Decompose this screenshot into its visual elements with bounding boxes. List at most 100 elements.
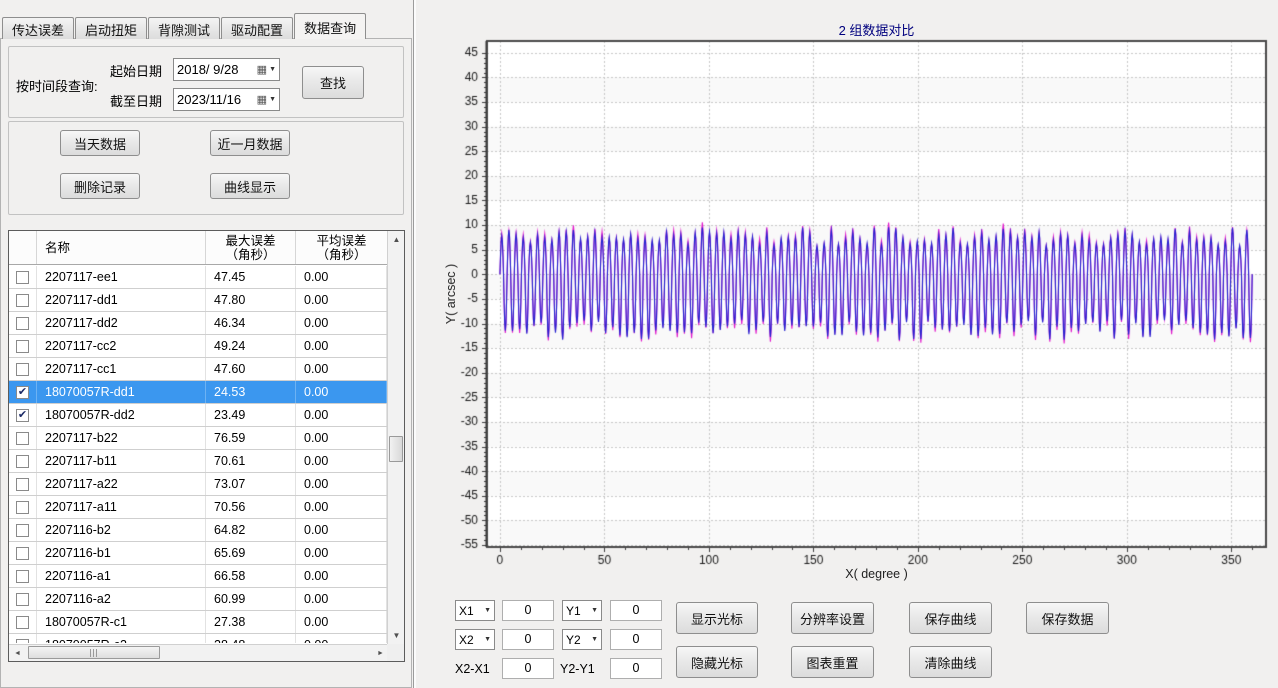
row-max-error: 47.80 [206,289,296,311]
table-row[interactable]: 2207117-b1170.610.00 [9,450,387,473]
y1-cursor-select[interactable]: Y1 ▼ [562,600,602,621]
row-name: 18070057R-dd1 [37,381,206,403]
table-row[interactable]: 18070057R-c228.480.00 [9,634,387,643]
tab-strip: 传达误差 启动扭矩 背隙测试 驱动配置 数据查询 [2,13,367,39]
row-avg-error: 0.00 [296,588,387,610]
row-max-error: 76.59 [206,427,296,449]
search-button[interactable]: 查找 [302,66,364,99]
date-query-label: 按时间段查询: [16,76,98,95]
table-row[interactable]: 2207116-a166.580.00 [9,565,387,588]
table-horizontal-scrollbar[interactable]: ◄ ► [9,644,389,661]
y1-value-field[interactable]: 0 [610,600,662,621]
row-checkbox[interactable] [16,317,29,330]
today-data-button[interactable]: 当天数据 [60,130,140,156]
table-row[interactable]: ✔18070057R-dd124.530.00 [9,381,387,404]
row-checkbox[interactable] [16,524,29,537]
scroll-down-icon[interactable]: ▼ [388,627,405,644]
row-checkbox[interactable] [16,593,29,606]
scroll-left-icon[interactable]: ◄ [9,645,26,662]
table-row[interactable]: 2207117-cc249.240.00 [9,335,387,358]
row-checkbox[interactable] [16,432,29,445]
table-row[interactable]: 2207116-a260.990.00 [9,588,387,611]
tab-data-query[interactable]: 数据查询 [294,13,366,39]
row-checkbox[interactable] [16,616,29,629]
table-row[interactable]: 18070057R-c127.380.00 [9,611,387,634]
row-name: 2207116-b1 [37,542,206,564]
tab-drive-config[interactable]: 驱动配置 [221,17,293,39]
tab-backlash-test[interactable]: 背隙测试 [148,17,220,39]
table-row[interactable]: 2207117-cc147.600.00 [9,358,387,381]
row-avg-error: 0.00 [296,335,387,357]
y2-value-field[interactable]: 0 [610,629,662,650]
hide-cursor-button[interactable]: 隐藏光标 [676,646,758,678]
table-row[interactable]: 2207117-a1170.560.00 [9,496,387,519]
end-date-value: 2023/11/16 [177,92,257,107]
calendar-icon[interactable]: ▦ [257,93,267,106]
table-vertical-scrollbar[interactable]: ▲ ▼ [387,231,404,644]
row-checkbox[interactable] [16,570,29,583]
x1-value-field[interactable]: 0 [502,600,554,621]
row-checkbox-cell [9,565,37,587]
dy-value-field[interactable]: 0 [610,658,662,679]
row-checkbox[interactable] [16,363,29,376]
row-checkbox[interactable] [16,478,29,491]
table-row[interactable]: 2207117-a2273.070.00 [9,473,387,496]
curve-display-button[interactable]: 曲线显示 [210,173,290,199]
table-row[interactable]: 2207117-dd246.340.00 [9,312,387,335]
row-checkbox-cell [9,496,37,518]
header-max-error-unit: （角秒） [225,248,275,262]
header-avg-error[interactable]: 平均误差 （角秒） [296,231,387,264]
calendar-icon[interactable]: ▦ [257,63,267,76]
chart-reset-button[interactable]: 图表重置 [791,646,874,678]
header-name[interactable]: 名称 [37,231,206,264]
row-checkbox-cell [9,542,37,564]
scroll-up-icon[interactable]: ▲ [388,231,405,248]
table-header: 名称 最大误差 （角秒） 平均误差 （角秒） [9,231,387,265]
table-row[interactable]: 2207116-b264.820.00 [9,519,387,542]
x1-cursor-select[interactable]: X1 ▼ [455,600,495,621]
start-date-field[interactable]: 2018/ 9/28 ▦ ▼ [173,58,280,81]
delete-record-button[interactable]: 删除记录 [60,173,140,199]
row-checkbox[interactable] [16,455,29,468]
x2-value-field[interactable]: 0 [502,629,554,650]
table-row[interactable]: ✔18070057R-dd223.490.00 [9,404,387,427]
row-avg-error: 0.00 [296,427,387,449]
x2-cursor-select[interactable]: X2 ▼ [455,629,495,650]
table-row[interactable]: 2207117-b2276.590.00 [9,427,387,450]
tab-transmission-error[interactable]: 传达误差 [2,17,74,39]
row-name: 2207117-a11 [37,496,206,518]
tab-startup-torque[interactable]: 启动扭矩 [75,17,147,39]
table-row[interactable]: 2207116-b165.690.00 [9,542,387,565]
row-checkbox[interactable] [16,547,29,560]
last-month-data-button[interactable]: 近一月数据 [210,130,290,156]
row-checkbox[interactable] [16,501,29,514]
y2-cursor-select[interactable]: Y2 ▼ [562,629,602,650]
vertical-scroll-thumb[interactable] [389,436,403,462]
horizontal-scroll-thumb[interactable] [28,646,160,659]
chevron-down-icon[interactable]: ▼ [269,66,276,73]
row-checkbox[interactable] [16,271,29,284]
table-row[interactable]: 2207117-dd147.800.00 [9,289,387,312]
save-curve-button[interactable]: 保存曲线 [909,602,992,634]
row-max-error: 60.99 [206,588,296,610]
chevron-down-icon[interactable]: ▼ [269,96,276,103]
row-checkbox[interactable] [16,639,29,644]
resolution-settings-button[interactable]: 分辨率设置 [791,602,874,634]
row-avg-error: 0.00 [296,312,387,334]
row-name: 18070057R-c1 [37,611,206,633]
chart-plot[interactable] [444,28,1278,568]
dx-value-field[interactable]: 0 [502,658,554,679]
row-avg-error: 0.00 [296,404,387,426]
clear-curve-button[interactable]: 清除曲线 [909,646,992,678]
row-checkbox[interactable] [16,340,29,353]
row-checkbox[interactable]: ✔ [16,386,29,399]
table-row[interactable]: 2207117-ee147.450.00 [9,266,387,289]
row-checkbox[interactable]: ✔ [16,409,29,422]
show-cursor-button[interactable]: 显示光标 [676,602,758,634]
row-name: 2207116-a1 [37,565,206,587]
save-data-button[interactable]: 保存数据 [1026,602,1109,634]
end-date-field[interactable]: 2023/11/16 ▦ ▼ [173,88,280,111]
header-max-error[interactable]: 最大误差 （角秒） [206,231,296,264]
row-checkbox[interactable] [16,294,29,307]
row-max-error: 73.07 [206,473,296,495]
